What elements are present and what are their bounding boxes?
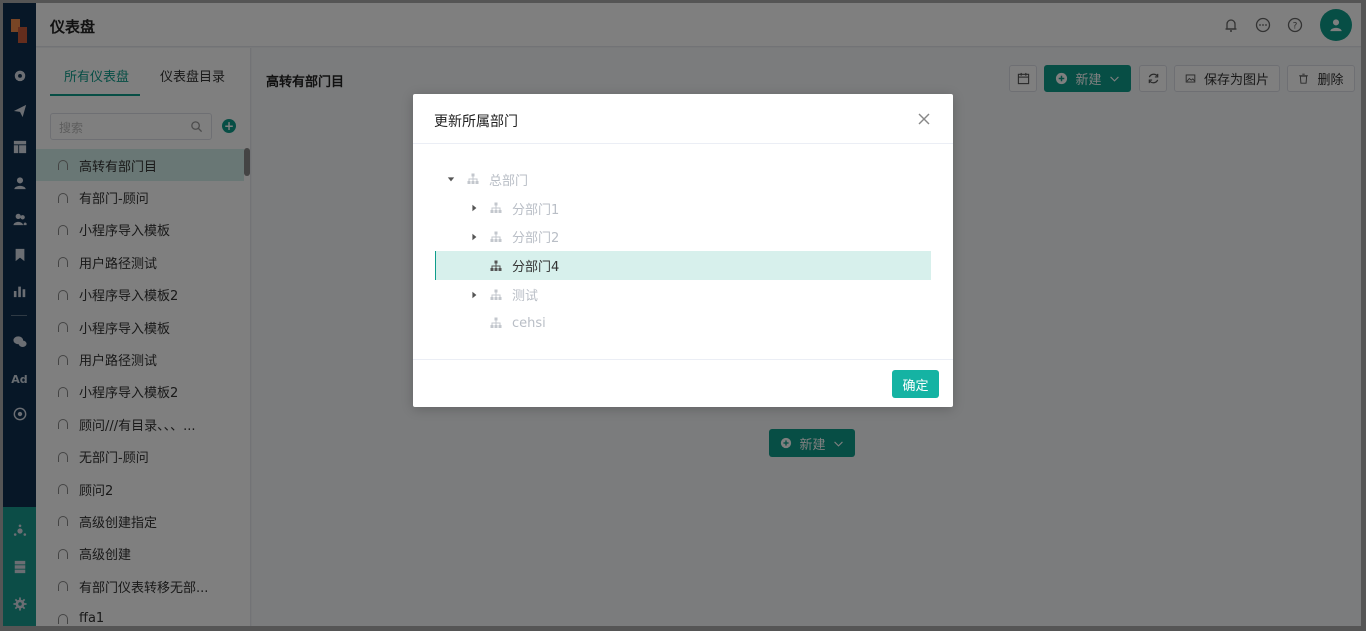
tree-node-label: 总部门	[489, 173, 529, 189]
confirm-button[interactable]: 确定	[892, 370, 939, 398]
caret-right-icon[interactable]	[468, 289, 480, 301]
org-icon	[467, 173, 479, 185]
update-department-dialog: 更新所属部门 总部门 分部门1 分部门2 分部门4 测试 cehsi 确定	[413, 94, 953, 407]
tree-node[interactable]: 分部门1	[435, 194, 931, 223]
tree-node-label: 分部门4	[512, 260, 560, 276]
dialog-header: 更新所属部门	[413, 94, 953, 144]
tree-node[interactable]: 分部门2	[435, 223, 931, 252]
caret-right-icon[interactable]	[468, 202, 480, 214]
dialog-footer	[413, 359, 953, 407]
tree-node-label: 分部门1	[512, 202, 560, 218]
app-window: Ad 仪表盘 ? 所有仪表盘 仪表盘目录 搜索 + 高转有部门目 有部门-顾问 …	[3, 3, 1361, 626]
dialog-title: 更新所属部门	[434, 114, 518, 130]
tree-node[interactable]: 总部门	[435, 165, 931, 194]
close-icon[interactable]	[916, 111, 932, 127]
tree-node-selected[interactable]: 分部门4	[435, 251, 931, 281]
tree-node[interactable]: cehsi	[435, 309, 931, 338]
org-icon	[490, 231, 502, 242]
tree-node[interactable]: 测试	[435, 280, 931, 309]
org-icon	[490, 202, 502, 214]
org-icon	[490, 289, 502, 300]
department-tree: 总部门 分部门1 分部门2 分部门4 测试 cehsi	[435, 165, 931, 338]
tree-node-label: 测试	[512, 289, 539, 305]
caret-right-icon[interactable]	[468, 231, 480, 243]
org-icon	[490, 260, 502, 271]
tree-node-label: 分部门2	[512, 231, 560, 247]
tree-node-label: cehsi	[512, 315, 546, 331]
org-icon	[490, 317, 502, 329]
caret-down-icon[interactable]	[445, 173, 457, 185]
